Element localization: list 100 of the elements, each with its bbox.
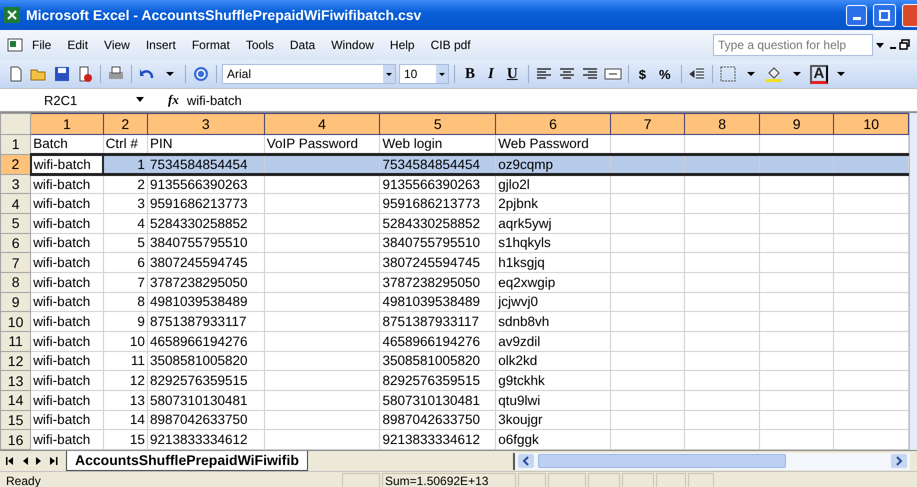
row-header[interactable]: 16 [0, 430, 31, 450]
table-cell: 5807310130481 [380, 390, 496, 410]
menu-item[interactable]: Tools [238, 36, 282, 54]
formula-field[interactable]: wifi-batch [186, 92, 242, 108]
fill-color-icon[interactable] [764, 65, 782, 83]
function-label[interactable]: fx [168, 92, 179, 108]
menu-item[interactable]: File [24, 36, 60, 54]
table-cell: 8751387933117 [380, 312, 496, 332]
table-cell: h1ksgjq [496, 252, 610, 272]
table-cell: 3787238295050 [380, 272, 496, 292]
scroll-left-icon[interactable] [518, 454, 534, 468]
column-header[interactable]: 8 [684, 114, 760, 135]
horizontal-scrollbar[interactable] [513, 452, 910, 470]
row-header[interactable]: 1 [0, 134, 31, 154]
sheet-tab[interactable]: AccountsShufflePrepaidWiFiwifib [66, 451, 308, 471]
table-cell: 5284330258852 [147, 213, 264, 234]
table-cell: oz9cqmp [496, 154, 610, 174]
table-cell: av9zdil [496, 331, 610, 352]
table-cell: 3 [103, 194, 148, 214]
dropdown-arrow-icon[interactable] [135, 96, 145, 104]
table-cell: g9tckhk [496, 370, 610, 390]
menu-item[interactable]: Help [382, 36, 423, 54]
table-cell: 7 [103, 272, 148, 292]
table-cell: 14 [103, 410, 148, 430]
status-pane [342, 473, 380, 487]
format-button[interactable]: B [460, 66, 480, 82]
row-header[interactable]: 7 [0, 252, 31, 272]
format-button[interactable]: % [654, 66, 676, 82]
table-cell: sdnb8vh [496, 312, 610, 332]
save-icon[interactable] [53, 65, 71, 83]
row-header[interactable]: 9 [0, 292, 31, 312]
row-header[interactable]: 5 [0, 213, 31, 234]
column-header[interactable]: 1 [30, 114, 104, 135]
table-cell: wifi-batch [30, 154, 104, 174]
column-header[interactable]: 7 [610, 114, 685, 135]
table-cell: 8987042633750 [147, 410, 264, 430]
font-size-field[interactable]: 10 [399, 64, 449, 84]
row-header[interactable]: 2 [0, 154, 31, 174]
scroll-right-icon[interactable] [891, 454, 907, 468]
status-pane [622, 473, 654, 487]
help-search-field[interactable]: Type a question for help [713, 34, 873, 56]
table-cell: 3508581005820 [147, 351, 264, 371]
column-header[interactable]: 3 [147, 114, 264, 135]
column-header[interactable]: 10 [834, 114, 908, 135]
table-cell: wifi-batch [30, 410, 104, 430]
column-header[interactable]: 2 [103, 114, 148, 135]
dropdown-arrow-icon[interactable] [873, 40, 887, 50]
menu-item[interactable]: CIB pdf [422, 36, 479, 54]
previous-sheet-icon[interactable] [22, 457, 28, 465]
row-header[interactable]: 15 [0, 410, 31, 430]
table-cell: jcjwvj0 [496, 292, 610, 312]
row-header[interactable]: 4 [0, 194, 31, 214]
column-header[interactable]: 4 [264, 114, 380, 135]
table-cell: wifi-batch [30, 351, 104, 371]
row-header[interactable]: 14 [0, 390, 31, 410]
table-cell: 5 [103, 233, 148, 253]
format-button[interactable]: U [502, 66, 523, 82]
first-sheet-icon[interactable] [6, 457, 14, 465]
row-header[interactable]: 11 [0, 331, 31, 352]
table-cell: 12 [103, 370, 148, 390]
next-sheet-icon[interactable] [36, 457, 42, 465]
table-cell: 3787238295050 [147, 272, 264, 292]
minimize-button[interactable] [846, 4, 867, 26]
table-cell: wifi-batch [30, 312, 104, 332]
table-cell: 3807245594745 [147, 252, 264, 272]
row-header[interactable]: 10 [0, 312, 31, 332]
row-header[interactable]: 13 [0, 370, 31, 390]
borders-icon[interactable] [718, 65, 736, 83]
vertical-scrollbar[interactable] [909, 113, 917, 450]
row-header[interactable]: 3 [0, 174, 31, 194]
font-field[interactable]: Arial [222, 64, 396, 84]
last-sheet-icon[interactable] [50, 457, 58, 465]
format-button[interactable]: $ [634, 66, 651, 82]
column-header[interactable]: 9 [759, 114, 834, 135]
table-cell: wifi-batch [30, 331, 104, 352]
row-header[interactable]: 8 [0, 272, 31, 292]
table-cell: olk2kd [496, 351, 610, 371]
font-color-button[interactable]: A [810, 64, 828, 84]
minimize-icon [852, 16, 860, 20]
format-button[interactable]: I [483, 66, 499, 82]
menu-item[interactable]: View [96, 36, 138, 54]
row-header[interactable]: 12 [0, 351, 31, 371]
column-header[interactable]: 6 [496, 114, 610, 135]
menu-item[interactable]: Edit [59, 36, 96, 54]
table-cell: 3840755795510 [147, 233, 264, 253]
menu-item[interactable]: Format [184, 36, 238, 54]
menu-item[interactable]: Window [323, 36, 382, 54]
restore-icon[interactable] [899, 39, 911, 51]
menu-item[interactable]: Insert [138, 36, 184, 54]
maximize-icon [879, 10, 890, 20]
workbook-icon[interactable] [6, 36, 24, 54]
menu-item[interactable]: Data [282, 36, 324, 54]
row-header[interactable]: 6 [0, 233, 31, 253]
column-header[interactable]: 5 [380, 114, 496, 135]
maximize-button[interactable] [873, 4, 896, 26]
excel-icon [4, 7, 20, 23]
table-cell: wifi-batch [30, 292, 104, 312]
table-cell: wifi-batch [30, 390, 104, 410]
table-cell: 4658966194276 [147, 331, 264, 352]
table-cell: wifi-batch [30, 194, 104, 214]
